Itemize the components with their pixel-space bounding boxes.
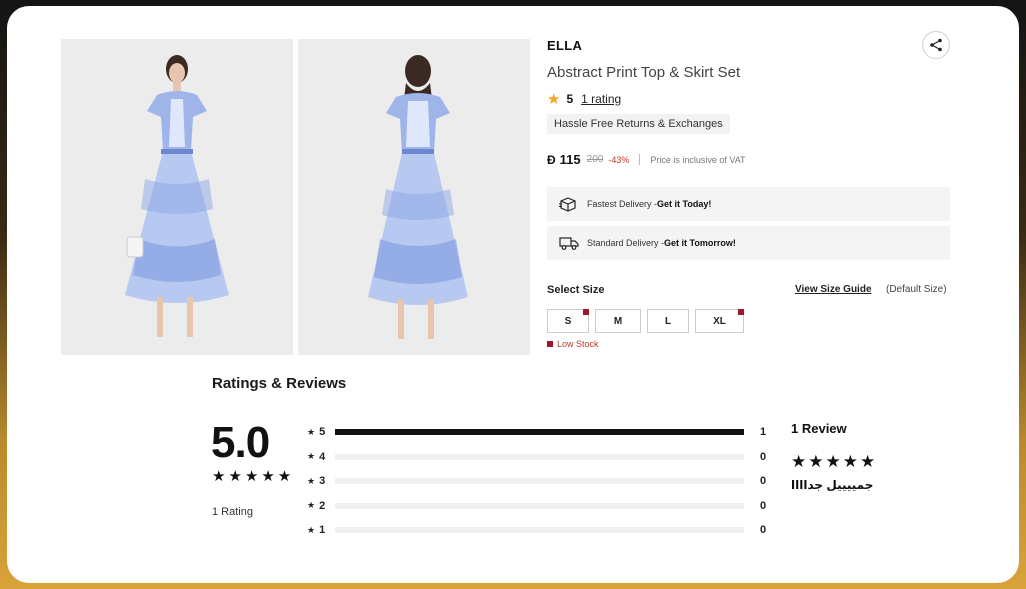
rating-value: 5 <box>566 92 574 106</box>
average-score: 5.0 <box>211 418 270 467</box>
size-label: S <box>564 315 572 327</box>
star-level: 1 <box>319 524 326 537</box>
size-label: L <box>664 315 672 327</box>
rating-link[interactable]: 1 rating <box>581 92 621 106</box>
product-page: ELLA Abstract Print Top & Skirt Set ★ 5 … <box>7 6 1019 583</box>
rating-row-count: 0 <box>760 450 767 463</box>
star-level: 4 <box>319 450 326 463</box>
size-options: S M L XL <box>547 309 744 333</box>
star-level: 2 <box>319 499 326 512</box>
old-price: 200 <box>586 154 604 165</box>
discount-badge: -43% <box>608 154 630 165</box>
rating-count: 1 Rating <box>212 506 253 518</box>
current-price: 115 <box>559 152 581 167</box>
returns-badge: Hassle Free Returns & Exchanges <box>547 114 730 134</box>
star-icon: ★ <box>307 451 316 462</box>
rating-row-3: ★ 3 0 <box>307 469 777 494</box>
rating-row-count: 1 <box>760 426 767 439</box>
share-icon <box>930 38 942 52</box>
average-stars: ★★★★★ <box>212 468 295 485</box>
size-label: XL <box>713 315 726 327</box>
low-stock-marker <box>583 309 589 315</box>
rating-bar-track <box>335 478 744 485</box>
delivery-highlight: Get it Tomorrow! <box>664 238 736 248</box>
default-size-note: (Default Size) <box>886 284 947 295</box>
currency-symbol: Đ <box>547 152 556 167</box>
low-stock-legend: Low Stock <box>547 339 599 349</box>
share-button[interactable] <box>922 31 950 59</box>
delivery-highlight: Get it Today! <box>657 199 712 209</box>
star-icon: ★ <box>307 475 316 486</box>
star-level: 5 <box>319 426 326 439</box>
select-size-heading: Select Size <box>547 284 605 296</box>
rating-bar-track <box>335 502 744 509</box>
rating-breakdown: ★ 5 1 ★ 4 0 ★ 3 0 ★ 2 0 ★ 1 0 <box>307 420 777 543</box>
rating-row-2: ★ 2 0 <box>307 494 777 519</box>
rating-row-count: 0 <box>760 524 767 537</box>
ratings-reviews-heading: Ratings & Reviews <box>212 375 347 392</box>
delivery-standard: Standard Delivery - Get it Tomorrow! <box>547 226 950 260</box>
product-image-front[interactable] <box>61 39 293 355</box>
delivery-fastest: Fastest Delivery - Get it Today! <box>547 187 950 221</box>
rating-row-5: ★ 5 1 <box>307 420 777 445</box>
size-label: M <box>613 315 623 327</box>
product-image-back[interactable] <box>298 39 530 355</box>
brand-name[interactable]: ELLA <box>547 38 582 53</box>
rating-bar-track <box>335 453 744 460</box>
star-icon: ★ <box>307 524 316 535</box>
vat-note: Price is inclusive of VAT <box>650 154 746 165</box>
rating-row-count: 0 <box>760 475 767 488</box>
star-icon: ★ <box>547 91 561 108</box>
star-icon: ★ <box>307 426 316 437</box>
price-line: Đ 115 200 -43% Price is inclusive of VAT <box>547 152 746 167</box>
rating-bar-track <box>335 527 744 534</box>
divider <box>639 154 641 165</box>
low-stock-square <box>547 341 553 347</box>
product-title: Abstract Print Top & Skirt Set <box>547 64 741 81</box>
rating-row-4: ★ 4 0 <box>307 445 777 470</box>
size-option-s[interactable]: S <box>547 309 589 333</box>
rating-bar-fill <box>335 429 744 436</box>
box-fast-icon <box>559 196 579 212</box>
rating-bar-track <box>335 429 744 436</box>
delivery-label: Fastest Delivery - <box>587 199 658 209</box>
low-stock-label: Low Stock <box>557 339 599 349</box>
rating-row-1: ★ 1 0 <box>307 518 777 543</box>
review-count: 1 Review <box>791 421 847 436</box>
size-option-l[interactable]: L <box>647 309 689 333</box>
delivery-label: Standard Delivery - <box>587 238 665 248</box>
star-level: 3 <box>319 475 326 488</box>
dress-back-illustration <box>298 39 530 355</box>
rating-row-count: 0 <box>760 499 767 512</box>
low-stock-marker <box>738 309 744 315</box>
size-option-m[interactable]: M <box>595 309 641 333</box>
review-stars: ★★★★★ <box>791 452 878 471</box>
truck-icon <box>559 235 579 251</box>
size-option-xl[interactable]: XL <box>695 309 744 333</box>
size-guide-link[interactable]: View Size Guide <box>795 284 872 295</box>
review-text: جمييييل جداااا <box>791 478 874 492</box>
star-icon: ★ <box>307 500 316 511</box>
dress-front-illustration <box>61 39 293 355</box>
rating-summary: ★ 5 1 rating <box>547 90 621 108</box>
